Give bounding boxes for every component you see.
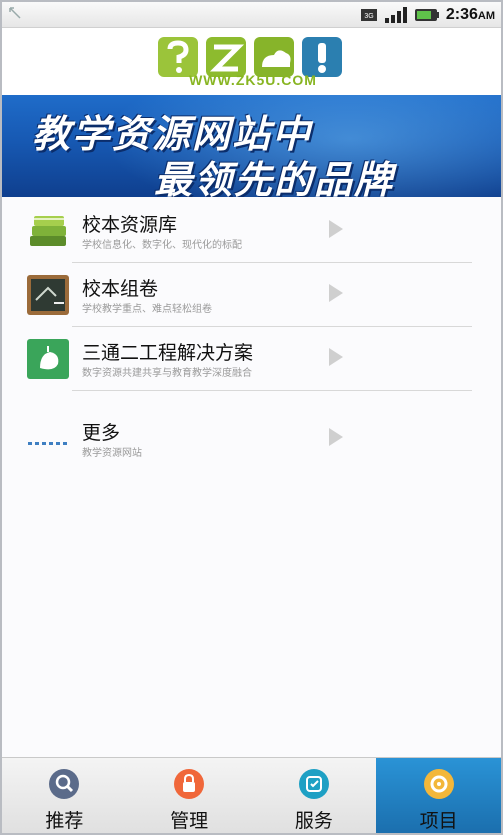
- tab-label: 项目: [419, 810, 458, 832]
- books-icon: [30, 216, 66, 246]
- chevron-right-icon: [329, 220, 343, 238]
- service-icon: [298, 769, 329, 799]
- tab-service[interactable]: 服务: [252, 758, 377, 833]
- tab-label: 服务: [294, 810, 333, 832]
- list-item-subtitle: 数字资源共建共享与教育教学深度融合: [82, 368, 252, 379]
- list-item-subtitle: 教学资源网站: [82, 448, 142, 459]
- blackboard-icon: [27, 275, 69, 315]
- banner-headline-2: 最领先的品牌: [154, 158, 395, 197]
- tab-recommend[interactable]: 推荐: [2, 758, 127, 833]
- list-item-title: 校本资源库: [82, 214, 178, 236]
- chevron-right-icon: [329, 428, 343, 446]
- status-time: 2:36AM: [445, 6, 495, 23]
- more-dots-icon: [28, 442, 67, 445]
- svg-text:3G: 3G: [364, 13, 373, 20]
- app-frame: 3G 2:36AM WWW.ZK5U.COM 教学资源网站中 最领先的品牌 校本…: [0, 0, 503, 835]
- list-item-title: 三通二工程解决方案: [82, 342, 254, 364]
- plant-icon: [27, 339, 69, 379]
- chevron-right-icon: [329, 284, 343, 302]
- list-item-resource-library[interactable]: 校本资源库 学校信息化、数字化、现代化的标配: [2, 198, 501, 262]
- project-icon: [423, 769, 454, 799]
- tab-label: 推荐: [45, 810, 84, 832]
- tab-manage[interactable]: 管理: [127, 758, 252, 833]
- list-divider: [72, 390, 472, 391]
- signal-icon: [384, 7, 407, 23]
- magnifier-icon: [49, 769, 80, 799]
- promo-banner[interactable]: 教学资源网站中 最领先的品牌: [2, 95, 501, 197]
- notification-icon: [9, 7, 21, 19]
- bottom-nav: 推荐 管理 服务 项目: [2, 757, 501, 833]
- lock-icon: [174, 769, 205, 799]
- list-item-subtitle: 学校教学重点、难点轻松组卷: [82, 304, 212, 315]
- list-item-solution[interactable]: 三通二工程解决方案 数字资源共建共享与教育教学深度融合: [2, 326, 501, 390]
- network-3g-icon: 3G: [360, 9, 377, 21]
- chevron-right-icon: [329, 348, 343, 366]
- app-header: WWW.ZK5U.COM: [2, 28, 501, 95]
- status-icons: 3G 2:36AM: [360, 4, 495, 26]
- list-item-subtitle: 学校信息化、数字化、现代化的标配: [82, 240, 242, 251]
- logo-url-text: WWW.ZK5U.COM: [189, 72, 317, 88]
- tab-label: 管理: [170, 810, 209, 832]
- list-item-title: 校本组卷: [82, 278, 159, 300]
- list-item-title: 更多: [82, 422, 121, 444]
- list-item-more[interactable]: 更多 教学资源网站: [2, 406, 501, 470]
- status-bar: 3G 2:36AM: [2, 2, 501, 28]
- list-item-paper-builder[interactable]: 校本组卷 学校教学重点、难点轻松组卷: [2, 262, 501, 326]
- battery-icon: [414, 9, 439, 21]
- tab-project[interactable]: 项目: [376, 758, 501, 833]
